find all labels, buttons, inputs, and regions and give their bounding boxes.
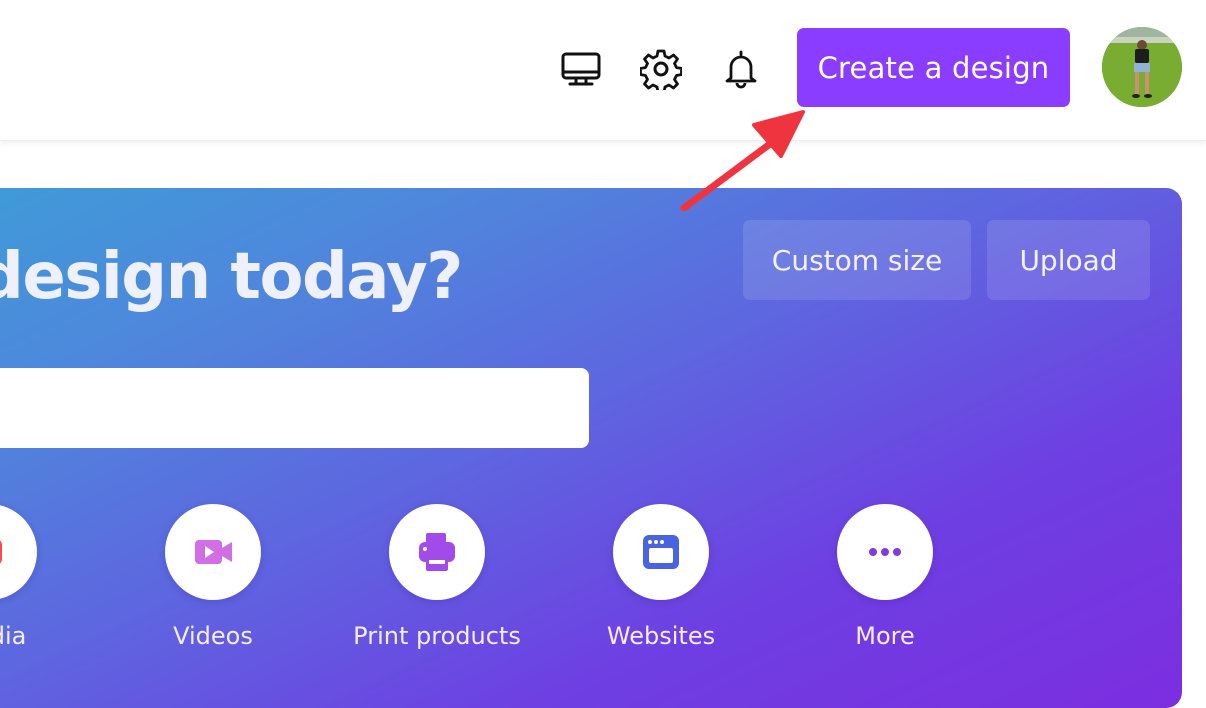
category-icon-circle [389,504,485,600]
social-media-icon [0,540,2,564]
bell-icon [725,50,757,89]
desktop-app-button[interactable] [558,46,604,92]
search-input[interactable] [0,368,589,448]
category-icon-circle [0,504,37,600]
category-icon-circle [165,504,261,600]
avatar[interactable] [1102,27,1182,107]
upload-button[interactable]: Upload [987,220,1150,300]
gear-icon [640,49,682,90]
category-videos[interactable]: Videos [113,504,313,650]
category-icon-circle [613,504,709,600]
custom-size-button[interactable]: Custom size [743,220,971,300]
category-label: Print products [353,622,521,650]
category-label: Videos [173,622,253,650]
category-icon-circle [837,504,933,600]
profile-photo [1102,27,1182,107]
category-social-media[interactable]: media [0,504,89,650]
top-navigation-bar: Create a design [0,0,1206,141]
category-print-products[interactable]: Print products [337,504,537,650]
category-label: More [855,622,915,650]
more-dots-icon [869,548,901,556]
hero-headline: design today? [0,240,463,314]
video-camera-icon [195,540,232,564]
notifications-button[interactable] [718,46,764,92]
printer-icon [419,533,455,571]
create-design-button[interactable]: Create a design [797,28,1070,107]
browser-window-icon [643,535,679,569]
category-more[interactable]: More [785,504,985,650]
category-websites[interactable]: Websites [561,504,761,650]
category-label: media [0,622,27,650]
category-label: Websites [606,622,716,650]
desktop-monitor-icon [561,52,601,86]
settings-button[interactable] [638,46,684,92]
